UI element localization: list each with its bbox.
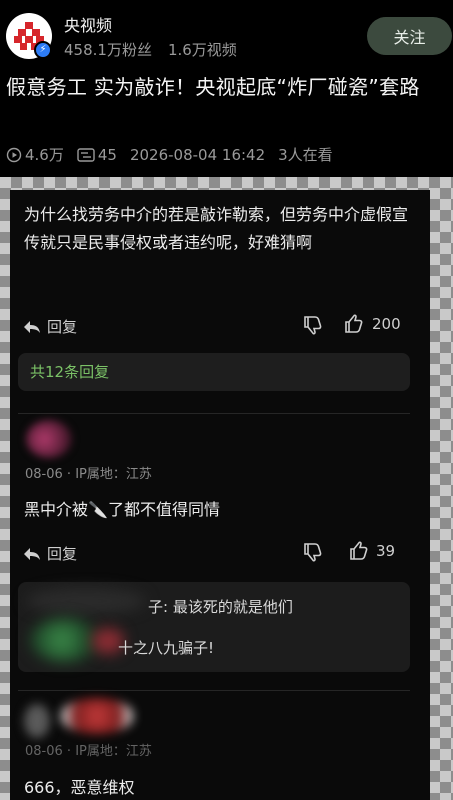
dislike-button[interactable] [302, 315, 324, 335]
video-meta: 4.6万 45 2026-08-04 16:42 3人在看 [6, 144, 333, 165]
ip-location: IP属地：江苏 [75, 467, 152, 482]
reply-button[interactable]: 回复 [22, 316, 77, 337]
follow-button[interactable]: 关注 [367, 17, 452, 55]
sub-reply-text: 十之八九骗子! [118, 639, 215, 657]
like-button[interactable]: 200 [343, 314, 401, 334]
publish-datetime: 2026-08-04 16:42 [129, 145, 266, 164]
blurred-avatar [26, 420, 72, 458]
view-replies-link[interactable]: 共12条回复 [18, 353, 410, 391]
comment-text: 黑中介被🔪了都不值得同情 [24, 496, 414, 524]
like-button[interactable]: 39 [348, 541, 395, 561]
danmaku-icon [77, 147, 95, 162]
blurred-avatar [30, 618, 100, 662]
like-count: 200 [372, 315, 401, 333]
reply-arrow-icon [24, 547, 40, 560]
thumbs-up-icon [350, 541, 368, 560]
dislike-button[interactable] [302, 542, 324, 562]
reply-button[interactable]: 回复 [22, 543, 77, 564]
reply-label: 回复 [47, 318, 78, 336]
channel-stats: 458.1万粉丝 1.6万视频 [64, 39, 237, 60]
blurred-avatar [24, 704, 50, 738]
knife-emoji-icon: 🔪 [88, 500, 108, 519]
video-title: 假意务工 实为敲诈！央视起底“炸厂碰瓷”套路 [6, 75, 420, 99]
follower-count: 458.1万粉丝 [64, 41, 152, 59]
channel-name[interactable]: 央视频 [64, 12, 112, 36]
verified-badge-icon: ⚡ [34, 41, 52, 59]
thumbs-up-icon [345, 314, 363, 333]
play-count: 4.6万 [25, 146, 64, 164]
thumbs-down-icon [304, 316, 322, 335]
comment-text-start: 黑中介被 [24, 500, 89, 519]
play-count-icon [6, 147, 22, 162]
comment-text: 666，恶意维权 [24, 778, 135, 797]
comment-meta: 08-06 · IP属地：江苏 [25, 467, 152, 482]
comment-text: 为什么找劳务中介的茬是敲诈勒索，但劳务中介虚假宣传就只是民事侵权或者违约呢，好难… [24, 205, 409, 252]
sub-reply-author: 子: [148, 598, 169, 616]
reply-arrow-icon [24, 320, 40, 333]
blurred-username [26, 588, 146, 614]
blurred-username [60, 698, 134, 734]
sub-reply: 子: 最该死的就是他们 [148, 596, 293, 617]
comment-date: 08-06 [25, 467, 63, 482]
comment-divider [18, 413, 410, 414]
thumbs-down-icon [304, 543, 322, 562]
comment-meta: 08-06 · IP属地：江苏 [25, 744, 152, 759]
comment-text-end: 了都不值得同情 [107, 500, 220, 519]
comment-divider [18, 690, 410, 691]
reply-label: 回复 [47, 545, 78, 563]
sub-reply-text: 最该死的就是他们 [172, 598, 293, 616]
channel-header: ⚡ 央视频 458.1万粉丝 1.6万视频 关注 [0, 0, 453, 62]
watching-count: 3人在看 [278, 146, 333, 164]
ip-location: IP属地：江苏 [75, 744, 152, 759]
video-count: 1.6万视频 [167, 41, 237, 59]
danmaku-count: 45 [97, 145, 117, 164]
like-count: 39 [376, 542, 396, 560]
comment-date: 08-06 [25, 744, 63, 759]
